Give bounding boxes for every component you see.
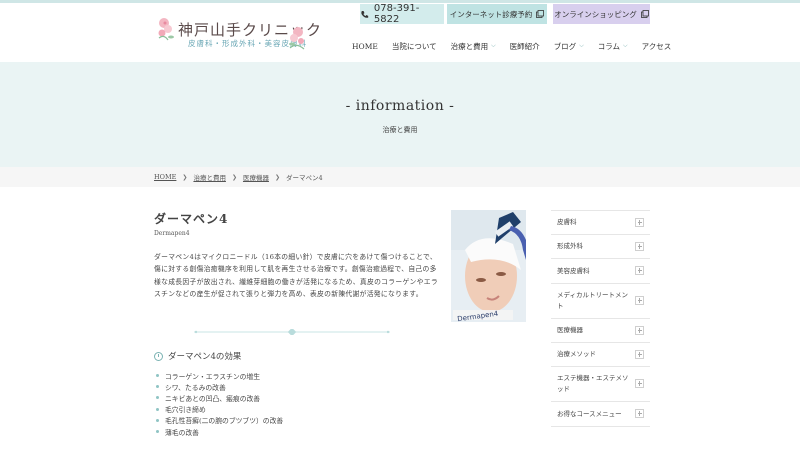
nav-label: アクセス xyxy=(641,41,672,51)
effects-title: ダーマペン4の効果 xyxy=(168,352,242,362)
reservation-label: インターネット診療予約 xyxy=(449,9,533,19)
bullet-icon xyxy=(156,407,159,411)
sidebar-item-label: 治療メソッド xyxy=(557,350,596,358)
breadcrumb-current: ダーマペン4 xyxy=(286,174,323,182)
shopping-label: オンラインショッピング xyxy=(554,9,637,19)
external-link-icon xyxy=(536,10,545,18)
effect-text: 毛穴引き締め xyxy=(165,406,206,415)
bullet-icon xyxy=(156,374,159,378)
effect-text: 薄毛の改善 xyxy=(165,428,199,437)
sidebar-item-plastic-surgery[interactable]: 形成外科 xyxy=(551,235,650,259)
sidebar-item-cosmetic-dermatology[interactable]: 美容皮膚科 xyxy=(551,259,650,284)
expand-plus-icon[interactable] xyxy=(635,349,644,359)
nav-label: ブログ xyxy=(553,41,577,51)
sidebar-item-course-menu[interactable]: お得なコースメニュー xyxy=(551,402,650,427)
bullet-icon xyxy=(156,418,159,422)
nav-item-blog[interactable]: ブログ ⌵ xyxy=(554,40,584,52)
page-title-en: Dermapen4 xyxy=(154,230,190,237)
chevron-right-icon: ❯ xyxy=(231,173,237,181)
sidebar-item-label: 形成外科 xyxy=(557,242,583,250)
bullet-icon xyxy=(156,396,159,400)
sidebar-item-label: 皮膚科 xyxy=(557,218,577,226)
sidebar-menu: 皮膚科 形成外科 美容皮膚科 メディカルトリートメント 医療機器 治療メソッド … xyxy=(551,210,650,427)
nav-label: 当院について xyxy=(391,41,437,51)
external-link-icon xyxy=(640,10,649,18)
hero-subtitle: 治療と費用 xyxy=(382,126,418,134)
effects-heading: ダーマペン4の効果 xyxy=(154,350,241,362)
flower-decoration-icon xyxy=(289,27,305,50)
global-nav: HOME 当院について 治療と費用 ⌵ 医師紹介 ブログ ⌵ コラム ⌵ アクセス xyxy=(352,40,671,52)
expand-plus-icon[interactable] xyxy=(635,379,644,388)
sidebar-item-label: メディカルトリートメント xyxy=(557,291,629,310)
sidebar-item-treatment-methods[interactable]: 治療メソッド xyxy=(551,343,650,367)
expand-plus-icon[interactable] xyxy=(635,296,644,305)
nav-label: 治療と費用 xyxy=(450,41,489,51)
online-shopping-button[interactable]: オンラインショッピング xyxy=(553,4,650,24)
phone-icon xyxy=(361,10,369,18)
nav-item-access[interactable]: アクセス xyxy=(642,40,672,52)
clinic-logo[interactable]: 神戸山手クリニック 皮膚科・形成外科・美容皮膚科 xyxy=(156,14,321,52)
expand-plus-icon[interactable] xyxy=(635,266,644,275)
nav-label: HOME xyxy=(352,41,378,51)
clock-icon xyxy=(154,351,163,361)
breadcrumb-home[interactable]: HOME xyxy=(154,173,176,181)
page-hero: - information - 治療と費用 xyxy=(0,62,800,167)
expand-plus-icon[interactable] xyxy=(635,217,644,227)
page-title: ダーマペン4 xyxy=(154,212,229,226)
list-item: 薄毛の改善 xyxy=(156,426,283,437)
phone-button[interactable]: 078-391-5822 xyxy=(360,3,444,25)
sidebar-item-label: お得なコースメニュー xyxy=(557,409,622,418)
sidebar-item-label: エステ機器・エステメソッド xyxy=(557,374,629,393)
sidebar-item-label: 医療機器 xyxy=(557,326,583,334)
chevron-down-icon: ⌵ xyxy=(491,42,496,49)
flower-decoration-icon xyxy=(158,18,174,41)
chevron-right-icon: ❯ xyxy=(182,173,188,181)
sidebar-item-label: 美容皮膚科 xyxy=(557,266,590,275)
nav-item-column[interactable]: コラム ⌵ xyxy=(598,40,628,52)
treatment-photo: Dermapen4 xyxy=(451,210,526,322)
nav-label: コラム xyxy=(597,41,621,51)
nav-item-home[interactable]: HOME xyxy=(352,40,378,52)
list-item: シワ、たるみの改善 xyxy=(156,381,283,392)
sidebar-item-dermatology[interactable]: 皮膚科 xyxy=(551,211,650,235)
effects-list: コラーゲン・エラスチンの増生 シワ、たるみの改善 ニキビあとの凹凸、瘢痕の改善 … xyxy=(156,370,283,437)
bullet-icon xyxy=(156,430,159,434)
expand-plus-icon[interactable] xyxy=(635,409,644,418)
list-item: コラーゲン・エラスチンの増生 xyxy=(156,370,283,381)
phone-number: 078-391-5822 xyxy=(373,3,420,25)
nav-item-treatment[interactable]: 治療と費用 ⌵ xyxy=(451,40,496,52)
effect-text: 毛孔性苔癬(二の腕のブツブツ）の改善 xyxy=(165,417,284,426)
chevron-right-icon: ❯ xyxy=(274,173,280,181)
nav-item-about[interactable]: 当院について xyxy=(392,40,437,52)
article-body: ダーマペン4はマイクロニードル（16本の細い針）で皮膚に穴をあけて傷つけることで… xyxy=(154,253,438,299)
expand-plus-icon[interactable] xyxy=(635,241,644,251)
chevron-down-icon: ⌵ xyxy=(623,42,628,49)
list-item: 毛穴引き締め xyxy=(156,404,283,415)
chevron-down-icon: ⌵ xyxy=(579,42,584,49)
effect-text: コラーゲン・エラスチンの増生 xyxy=(165,372,261,381)
list-item: 毛孔性苔癬(二の腕のブツブツ）の改善 xyxy=(156,415,283,426)
sidebar-item-medical-treatment[interactable]: メディカルトリートメント xyxy=(551,284,650,319)
sidebar-item-esthetic[interactable]: エステ機器・エステメソッド xyxy=(551,367,650,402)
nav-item-doctors[interactable]: 医師紹介 xyxy=(510,40,540,52)
sidebar-item-medical-devices[interactable]: 医療機器 xyxy=(551,319,650,343)
hero-title: - information - xyxy=(345,98,455,114)
nav-label: 医師紹介 xyxy=(509,41,540,51)
online-reservation-button[interactable]: インターネット診療予約 xyxy=(447,4,547,24)
effect-text: シワ、たるみの改善 xyxy=(165,383,226,392)
decorative-divider xyxy=(194,329,390,335)
breadcrumb: HOME ❯ 治療と費用 ❯ 医療機器 ❯ ダーマペン4 xyxy=(0,167,800,187)
breadcrumb-devices[interactable]: 医療機器 xyxy=(243,172,269,182)
bullet-icon xyxy=(156,385,159,389)
breadcrumb-treatment[interactable]: 治療と費用 xyxy=(193,172,226,182)
list-item: ニキビあとの凹凸、瘢痕の改善 xyxy=(156,392,283,403)
effect-text: ニキビあとの凹凸、瘢痕の改善 xyxy=(165,394,261,403)
expand-plus-icon[interactable] xyxy=(635,325,644,335)
